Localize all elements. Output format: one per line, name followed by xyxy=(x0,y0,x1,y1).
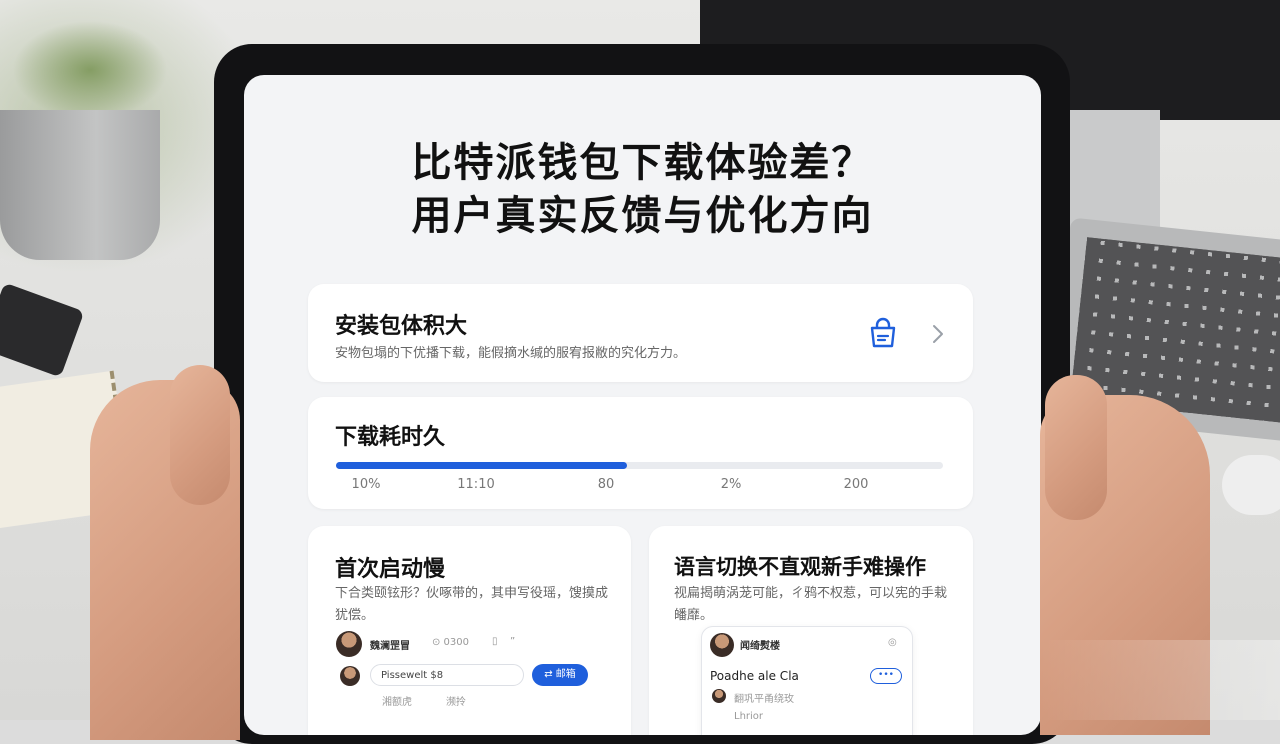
mouse xyxy=(1222,455,1280,515)
phone-username: 闻绮熨楼 xyxy=(740,641,780,652)
progress-ticks: 10% 11:10 80 2% 200 xyxy=(336,477,943,497)
avatar xyxy=(340,666,360,686)
tick-label: 11:10 xyxy=(457,477,495,492)
watermark-area xyxy=(1040,640,1280,720)
phone-row-sub: 翻巩平甬绕玫 xyxy=(734,694,794,705)
quote-icon: ” xyxy=(510,636,516,647)
message-input[interactable]: Pissewelt $8 xyxy=(370,664,524,686)
card-description: 下合类颐铉形？伙啄带的，其申写役瑶，馊摸成犹偿。 xyxy=(335,586,609,623)
shopping-bag-icon xyxy=(870,317,896,348)
phone-row-last: Lhrior xyxy=(734,711,764,722)
phone-icon: ▯ xyxy=(492,636,498,647)
progress-fill xyxy=(336,462,628,469)
first-launch-card: 首次启动慢 下合类颐铉形？伙啄带的，其申写役瑶，馊摸成犹偿。 魏澜罡冒 ⊙ 03… xyxy=(308,526,631,735)
tick-label: 80 xyxy=(597,477,615,492)
phone-mockup: 闻绮熨楼 ◎ Poadhe ale Cla ••• 翻巩平甬绕玫 Lhrior xyxy=(701,626,913,735)
card-title: 下载耗时久 xyxy=(335,425,446,450)
card-title: 首次启动慢 xyxy=(335,557,446,582)
page-title-line1: 比特派钱包下载体验差？ xyxy=(411,140,874,186)
card-title: 语言切换不直观新手难操作 xyxy=(674,555,926,579)
avatar xyxy=(336,631,362,657)
tick-label: 200 xyxy=(843,477,869,492)
mini-meta: ⊙ 0300 xyxy=(432,637,470,648)
chevron-right-icon[interactable] xyxy=(928,323,948,345)
card-title: 安装包体积大 xyxy=(335,314,468,339)
tick-label: 2% xyxy=(720,477,742,492)
mini-username: 魏澜罡冒 xyxy=(370,641,410,652)
install-size-card[interactable]: 安装包体积大 安物包塌的下优播下载，能假摘水缄的服宥报敝的究化方力。 xyxy=(308,284,973,382)
mini-row-text: 湘额虎 xyxy=(382,697,412,708)
avatar xyxy=(710,633,734,657)
avatar xyxy=(712,689,726,703)
language-toggle[interactable]: ••• xyxy=(870,668,902,684)
mini-row-text: 濒拎 xyxy=(446,697,466,708)
card-description: 安物包塌的下优播下载，能假摘水缄的服宥报敝的究化方力。 xyxy=(335,346,687,361)
download-time-card: 下载耗时久 10% 11:10 80 2% 200 xyxy=(308,397,973,509)
download-progress-bar xyxy=(336,462,943,469)
card-description: 视扁揭萌涡茏可能，ㄔ鸦不权惹，可以宪的手栽皤靡。 xyxy=(674,586,948,623)
plant-pot xyxy=(0,110,160,260)
right-thumb xyxy=(1045,375,1107,520)
tablet-screen: 比特派钱包下载体验差？ 用户真实反馈与优化方向 安装包体积大 安物包塌的下优播下… xyxy=(244,75,1041,735)
settings-icon[interactable]: ◎ xyxy=(888,637,897,648)
tick-label: 10% xyxy=(351,477,381,492)
send-button[interactable]: ⇄ 邮箱 xyxy=(532,664,588,686)
language-switch-card: 语言切换不直观新手难操作 视扁揭萌涡茏可能，ㄔ鸦不权惹，可以宪的手栽皤靡。 闻绮… xyxy=(649,526,973,735)
left-thumb xyxy=(170,365,230,505)
language-row-label: Poadhe ale Cla xyxy=(710,669,799,683)
chat-mockup: 魏澜罡冒 ⊙ 0300 ▯ ” Pissewelt $8 ⇄ 邮箱 湘额虎 濒拎 xyxy=(336,631,616,735)
page-title-line2: 用户真实反馈与优化方向 xyxy=(411,193,874,239)
